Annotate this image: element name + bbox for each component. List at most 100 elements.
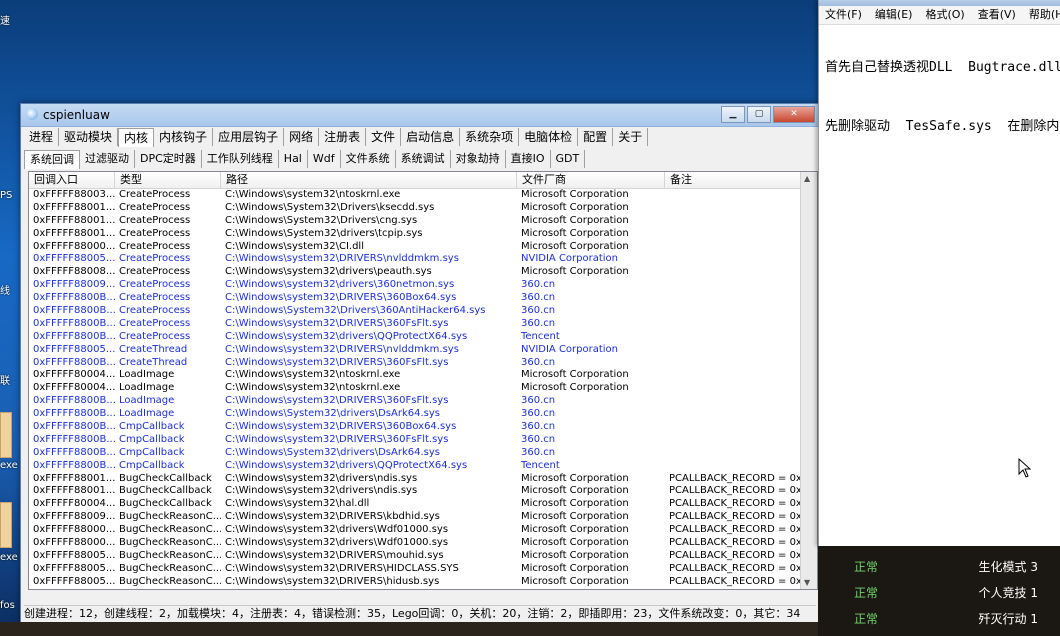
tab-sub-7[interactable]: 系统调试 — [396, 150, 451, 168]
table-row[interactable]: 0xFFFFF8800B... CreateProcess C:\Windows\s… — [29, 331, 801, 344]
minimize-button[interactable]: ▁ — [721, 106, 745, 123]
table-row[interactable]: 0xFFFFF88001... CreateProcess C:\Windows\S… — [29, 202, 801, 215]
cell-path: C:\Windows\system32\ntoskrnl.exe — [225, 369, 401, 381]
table-row[interactable]: 0xFFFFF8800B... CreateProcess C:\Windows\S… — [29, 305, 801, 318]
game-row[interactable]: 正常 个人竞技 1 — [844, 581, 1060, 605]
table-row[interactable]: 0xFFFFF8800B... CmpCallback C:\Windows\sys… — [29, 421, 801, 434]
table-row[interactable]: 0xFFFFF8800B... LoadImage C:\Windows\Syste… — [29, 408, 801, 421]
table-row[interactable]: 0xFFFFF88008... CreateProcess C:\Windows\s… — [29, 266, 801, 279]
notepad-menu-item[interactable]: 查看(V) — [978, 6, 1016, 24]
tab-main-6[interactable]: 注册表 — [319, 128, 367, 146]
column-header-entry[interactable]: 回调入口 — [29, 172, 115, 188]
desktop-file-icon[interactable] — [0, 502, 12, 548]
tab-main-9[interactable]: 系统杂项 — [460, 128, 520, 146]
table-row[interactable]: 0xFFFFF8800B... CmpCallback C:\Windows\sys… — [29, 460, 801, 473]
table-row[interactable]: 0xFFFFF88001... BugCheckCallback C:\Window… — [29, 473, 801, 486]
column-header-type[interactable]: 类型 — [115, 172, 221, 188]
cell-note — [665, 318, 801, 331]
tab-main-5[interactable]: 网络 — [284, 128, 320, 146]
tab-main-4[interactable]: 应用层钩子 — [213, 128, 285, 146]
column-header-vendor[interactable]: 文件厂商 — [517, 172, 665, 188]
scroll-down-icon[interactable]: ▼ — [804, 578, 810, 587]
cell-path: C:\Windows\System32\drivers\DsArk64.sys — [225, 408, 441, 420]
desktop-label[interactable]: exe — [0, 552, 18, 563]
tab-sub-6[interactable]: 文件系统 — [341, 150, 396, 168]
cell-entry: 0xFFFFF88001... — [33, 485, 115, 497]
column-header-note[interactable]: 备注 — [665, 172, 801, 188]
column-header-path[interactable]: 路径 — [221, 172, 517, 188]
cell-note — [665, 253, 801, 266]
desktop-label[interactable]: 联 — [0, 372, 10, 387]
tab-main-2[interactable]: 内核 — [118, 128, 155, 147]
table-row[interactable]: 0xFFFFF88005... BugCheckReasonC... C:\Wind… — [29, 576, 801, 589]
tab-main-1[interactable]: 驱动模块 — [59, 128, 119, 146]
desktop-label[interactable]: 速 — [0, 12, 10, 27]
tab-main-8[interactable]: 启动信息 — [401, 128, 461, 146]
tab-main-7[interactable]: 文件 — [366, 128, 402, 146]
table-row[interactable]: 0xFFFFF88005... CreateProcess C:\Windows\s… — [29, 253, 801, 266]
table-row[interactable]: 0xFFFFF88005... BugCheckReasonC... C:\Wind… — [29, 550, 801, 563]
tab-main-10[interactable]: 电脑体检 — [519, 128, 579, 146]
game-row[interactable]: 正常 生化模式 3 — [844, 555, 1060, 579]
table-row[interactable]: 0xFFFFF88005... CreateThread C:\Windows\sy… — [29, 344, 801, 357]
desktop-label[interactable]: fos — [0, 600, 15, 611]
callback-list[interactable]: 回调入口 类型 路径 文件厂商 备注 0xFFFFF88003... Create… — [28, 171, 818, 590]
tab-main-3[interactable]: 内核钩子 — [154, 128, 214, 146]
table-row[interactable]: 0xFFFFF8800B... CmpCallback C:\Windows\sys… — [29, 434, 801, 447]
table-row[interactable]: 0xFFFFF88000... BugCheckReasonC... C:\Wind… — [29, 524, 801, 537]
tab-main-0[interactable]: 进程 — [24, 128, 60, 146]
table-row[interactable]: 0xFFFFF8800B... CmpCallback C:\Windows\Sys… — [29, 447, 801, 460]
table-row[interactable]: 0xFFFFF88001... BugCheckCallback C:\Window… — [29, 485, 801, 498]
table-row[interactable]: 0xFFFFF80004... BugCheckCallback C:\Window… — [29, 498, 801, 511]
table-row[interactable]: 0xFFFFF88001... CreateProcess C:\Windows\S… — [29, 228, 801, 241]
tab-sub-0[interactable]: 系统回调 — [24, 150, 80, 169]
table-row[interactable]: 0xFFFFF88009... CreateProcess C:\Windows\s… — [29, 279, 801, 292]
desktop-file-icon[interactable] — [0, 412, 12, 458]
table-row[interactable]: 0xFFFFF8800B... CreateProcess C:\Windows\s… — [29, 318, 801, 331]
table-row[interactable]: 0xFFFFF8800B... CreateThread C:\Windows\sy… — [29, 357, 801, 370]
scroll-up-icon[interactable]: ▲ — [804, 174, 810, 183]
desktop-label[interactable]: 线 — [0, 282, 10, 297]
game-row[interactable]: 正常 歼灭行动 1 — [844, 607, 1060, 631]
vertical-scrollbar[interactable]: ▲ ▼ — [800, 172, 817, 589]
cell-entry: 0xFFFFF88005... — [33, 343, 115, 355]
cell-note — [665, 202, 801, 215]
table-row[interactable]: 0xFFFFF88000... CreateProcess C:\Windows\s… — [29, 241, 801, 254]
cell-entry: 0xFFFFF88001... — [33, 472, 115, 484]
notepad-menu-item[interactable]: 格式(O) — [925, 6, 964, 24]
notepad-menu-item[interactable]: 帮助(H) — [1029, 6, 1060, 24]
tab-main-12[interactable]: 关于 — [613, 128, 649, 146]
notepad-menu-item[interactable]: 编辑(E) — [875, 6, 913, 24]
cell-path: C:\Windows\system32\DRIVERS\hidusb.sys — [225, 575, 440, 587]
tab-sub-4[interactable]: Hal — [279, 150, 308, 168]
tab-main-11[interactable]: 配置 — [578, 128, 614, 146]
cell-path: C:\Windows\System32\drivers\tcpip.sys — [225, 227, 423, 239]
status-badge: 正常 — [854, 586, 879, 600]
tab-sub-9[interactable]: 直接IO — [506, 150, 551, 168]
title-bar[interactable]: cspienluaw ▁ ▢ ✕ — [21, 104, 819, 127]
cell-note — [665, 266, 801, 279]
table-row[interactable]: 0xFFFFF88000... BugCheckReasonC... C:\Wind… — [29, 537, 801, 550]
tab-sub-1[interactable]: 过滤驱动 — [80, 150, 135, 168]
table-row[interactable]: 0xFFFFF88003... CreateProcess C:\Windows\s… — [29, 189, 801, 202]
desktop-label[interactable]: exe — [0, 460, 18, 471]
table-row[interactable]: 0xFFFFF80004... LoadImage C:\Windows\syste… — [29, 382, 801, 395]
tab-sub-8[interactable]: 对象劫持 — [451, 150, 506, 168]
table-row[interactable]: 0xFFFFF8800B... LoadImage C:\Windows\syste… — [29, 395, 801, 408]
table-row[interactable]: 0xFFFFF80004... LoadImage C:\Windows\syste… — [29, 369, 801, 382]
table-row[interactable]: 0xFFFFF8800B... CreateProcess C:\Windows\s… — [29, 292, 801, 305]
tab-sub-2[interactable]: DPC定时器 — [135, 150, 202, 168]
tab-sub-3[interactable]: 工作队列线程 — [202, 150, 279, 168]
notepad-text-area[interactable]: 首先自己替换透视DLL Bugtrace.dll 先删除驱动 TesSafe.s… — [819, 25, 1060, 177]
maximize-button[interactable]: ▢ — [747, 106, 771, 123]
tab-sub-10[interactable]: GDT — [551, 150, 586, 168]
tab-sub-5[interactable]: Wdf — [308, 150, 341, 168]
cell-note: PCALLBACK_RECORD = 0xFFFF8 — [669, 511, 801, 523]
table-row[interactable]: 0xFFFFF88009... BugCheckReasonC... C:\Wind… — [29, 511, 801, 524]
desktop-label[interactable]: PS — [0, 190, 12, 201]
table-row[interactable]: 0xFFFFF88005... BugCheckReasonC... C:\Wind… — [29, 563, 801, 576]
notepad-menu-item[interactable]: 文件(F) — [825, 6, 862, 24]
cell-entry: 0xFFFFF8800B... — [33, 305, 115, 317]
close-button[interactable]: ✕ — [773, 106, 815, 123]
table-row[interactable]: 0xFFFFF88001... CreateProcess C:\Windows\S… — [29, 215, 801, 228]
